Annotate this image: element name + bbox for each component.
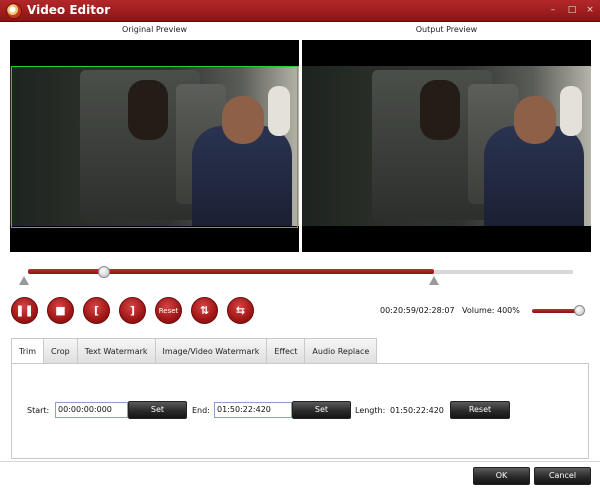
timeline-playhead[interactable] bbox=[98, 266, 111, 278]
maximize-button[interactable]: □ bbox=[566, 4, 578, 16]
output-video-frame bbox=[302, 66, 591, 226]
time-readout: 00:20:59/02:28:07 bbox=[380, 306, 455, 315]
output-preview bbox=[302, 40, 591, 252]
end-label: End: bbox=[192, 406, 210, 415]
stop-button[interactable]: ■ bbox=[47, 297, 74, 324]
reset-trim-button[interactable]: Reset bbox=[450, 401, 510, 419]
minimize-button[interactable]: – bbox=[547, 4, 559, 16]
trim-end-marker[interactable] bbox=[429, 276, 440, 285]
trim-start-marker[interactable] bbox=[19, 276, 29, 285]
original-preview[interactable] bbox=[10, 40, 299, 252]
tab-image-video-watermark[interactable]: Image/Video Watermark bbox=[154, 338, 268, 364]
reset-playback-button[interactable]: Reset bbox=[155, 297, 182, 324]
footer-divider bbox=[0, 461, 600, 462]
end-time-input[interactable]: 01:50:22:420 bbox=[214, 402, 292, 418]
volume-value: 400% bbox=[497, 306, 520, 315]
tab-audio-replace[interactable]: Audio Replace bbox=[304, 338, 378, 364]
original-preview-label: Original Preview bbox=[122, 25, 187, 34]
tab-text-watermark[interactable]: Text Watermark bbox=[76, 338, 156, 364]
length-label: Length: bbox=[355, 406, 386, 415]
timeline-trim-range bbox=[28, 269, 435, 274]
tab-effect[interactable]: Effect bbox=[266, 338, 306, 364]
cancel-button[interactable]: Cancel bbox=[534, 467, 591, 485]
ok-button[interactable]: OK bbox=[473, 467, 530, 485]
window-title: Video Editor bbox=[27, 3, 111, 17]
app-logo-icon bbox=[6, 3, 22, 19]
output-preview-label: Output Preview bbox=[415, 25, 478, 34]
set-end-button[interactable]: ] bbox=[119, 297, 146, 324]
pause-button[interactable]: ❚❚ bbox=[11, 297, 38, 324]
flip-horizontal-button[interactable]: ⇆ bbox=[227, 297, 254, 324]
tab-trim[interactable]: Trim bbox=[11, 338, 45, 365]
start-time-input[interactable]: 00:00:00:000 bbox=[55, 402, 128, 418]
title-bar: Video Editor – □ × bbox=[0, 0, 600, 22]
set-end-time-button[interactable]: Set bbox=[292, 401, 351, 419]
volume-readout: Volume: 400% bbox=[462, 306, 520, 315]
crop-selection-box[interactable] bbox=[11, 66, 298, 228]
length-value: 01:50:22:420 bbox=[390, 406, 444, 415]
set-start-time-button[interactable]: Set bbox=[128, 401, 187, 419]
flip-vertical-button[interactable]: ⇅ bbox=[191, 297, 218, 324]
editor-tabs: Trim Crop Text Watermark Image/Video Wat… bbox=[11, 338, 378, 365]
volume-slider-thumb[interactable] bbox=[573, 305, 585, 316]
start-label: Start: bbox=[27, 406, 50, 415]
set-start-button[interactable]: [ bbox=[83, 297, 110, 324]
tab-crop[interactable]: Crop bbox=[43, 338, 78, 364]
close-button[interactable]: × bbox=[584, 4, 596, 16]
volume-label: Volume: bbox=[462, 306, 495, 315]
